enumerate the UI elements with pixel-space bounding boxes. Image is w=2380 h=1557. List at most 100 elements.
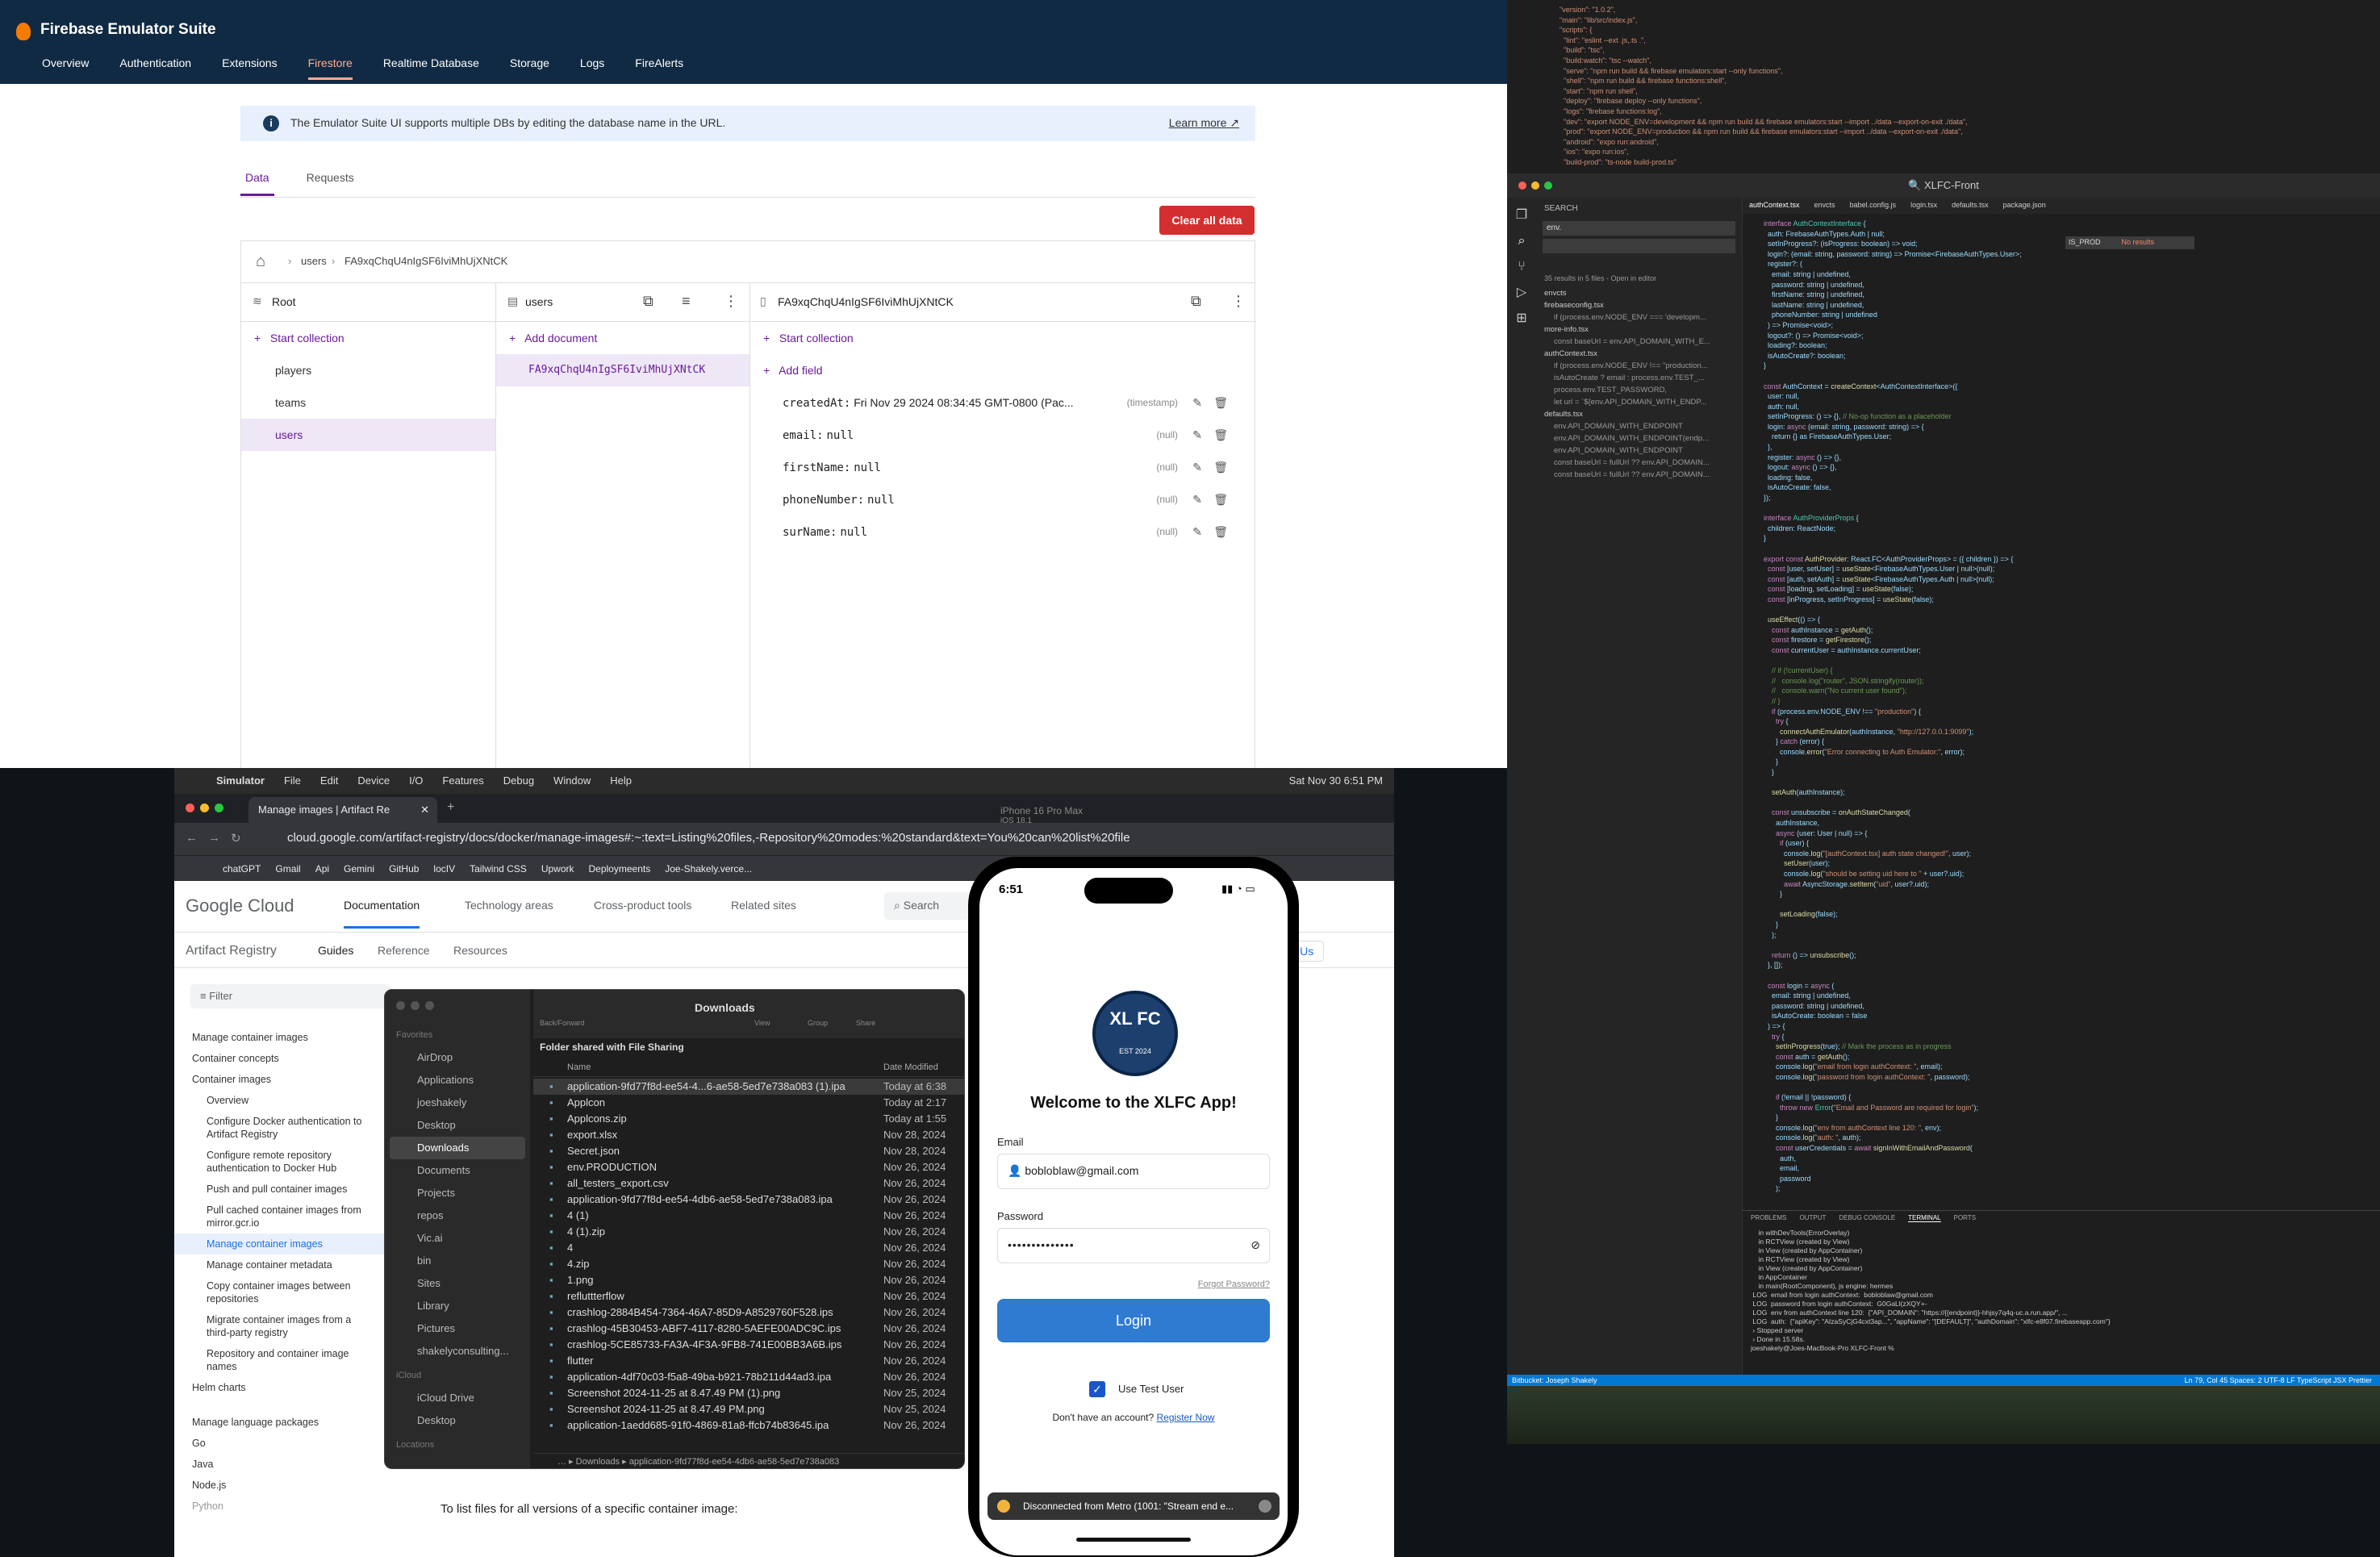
bookmark[interactable]: chatGPT — [223, 863, 261, 875]
file-row[interactable]: ▪ application-1aedd685-91f0-4869-81a8-ffc… — [533, 1417, 964, 1434]
group-button[interactable]: Group — [808, 1019, 828, 1027]
file-row[interactable]: ▪ 4 (1) Nov 26, 2024 — [533, 1208, 964, 1224]
sidebar-item[interactable]: iCloud Drive — [385, 1387, 530, 1409]
metro-toast[interactable]: Disconnected from Metro (1001: "Stream e… — [987, 1492, 1280, 1520]
nav-item[interactable]: Helm charts — [174, 1377, 407, 1398]
copy-icon[interactable]: ⧉ — [643, 293, 653, 310]
delete-icon[interactable]: 🗑 — [1213, 483, 1228, 516]
bookmark[interactable]: Gemini — [344, 863, 374, 875]
delete-icon[interactable]: 🗑 — [1213, 386, 1228, 419]
learn-more-link[interactable]: Learn more ↗ — [1169, 116, 1239, 130]
result-file[interactable]: more-info.tsx — [1544, 324, 1742, 336]
terminal-panel[interactable]: PROBLEMS OUTPUT DEBUG CONSOLE TERMINAL P… — [1743, 1210, 2380, 1380]
sidebar-item[interactable]: Sites — [385, 1272, 530, 1295]
bookmark[interactable]: Tailwind CSS — [470, 863, 527, 875]
email-field[interactable]: 👤 bobloblaw@gmail.com — [997, 1154, 1270, 1189]
minimize-window-icon[interactable] — [411, 1001, 420, 1010]
edit-icon[interactable]: ✎ — [1192, 483, 1202, 516]
breadcrumb-document[interactable]: FA9xqChqU4nIgSF6IviMhUjXNtCK — [344, 255, 507, 267]
close-window-icon[interactable] — [396, 1001, 405, 1010]
gc-menu-documentation[interactable]: Documentation — [344, 899, 420, 929]
file-row[interactable]: ▪ crashlog-45B30453-ABF7-4117-8280-5AEFE0… — [533, 1321, 964, 1337]
find-widget[interactable]: IS_PROD No results — [2065, 236, 2194, 249]
nav-item[interactable]: Python — [174, 1496, 407, 1517]
file-row[interactable]: ▪ crashlog-5CE85733-FA3A-4F3A-9FB8-741E00… — [533, 1337, 964, 1353]
minimize-window-icon[interactable] — [1531, 182, 1539, 190]
sidebar-item[interactable]: Applications — [385, 1069, 530, 1092]
close-tab-icon[interactable]: ✕ — [420, 804, 429, 816]
bookmark[interactable]: Gmail — [275, 863, 300, 875]
add-document-link[interactable]: + Add document — [496, 322, 749, 354]
editor-tab[interactable]: login.tsx — [1910, 201, 1937, 211]
login-button[interactable]: Login — [997, 1299, 1270, 1342]
sidebar-item[interactable]: Documents — [385, 1159, 530, 1182]
close-window-icon[interactable] — [1518, 182, 1526, 190]
file-row[interactable]: ▪ Screenshot 2024-11-25 at 8.47.49 PM.png… — [533, 1401, 964, 1417]
menu-device[interactable]: Device — [357, 774, 390, 787]
file-row[interactable]: ▪ all_testers_export.csv Nov 26, 2024 — [533, 1175, 964, 1192]
nav-extensions[interactable]: Extensions — [222, 56, 277, 80]
file-row[interactable]: ▪ application-4df70c03-f5a8-49ba-b921-78b… — [533, 1369, 964, 1385]
nav-item[interactable]: Manage container metadata — [174, 1254, 407, 1275]
search-icon[interactable]: ⌕ — [1507, 228, 1536, 254]
sidebar-item[interactable]: Vic.ai — [385, 1227, 530, 1250]
file-row[interactable]: ▪ Applcons.zip Today at 1:55 — [533, 1111, 964, 1127]
delete-icon[interactable]: 🗑 — [1213, 451, 1228, 483]
file-row[interactable]: ▪ application-9fd77f8d-ee54-4db6-ae58-5ed… — [533, 1192, 964, 1208]
gc-logo[interactable]: Google Cloud — [186, 895, 294, 916]
nav-item[interactable]: Migrate container images from a third-pa… — [174, 1309, 376, 1343]
menu-features[interactable]: Features — [442, 774, 483, 787]
subnav-reference[interactable]: Reference — [378, 944, 430, 957]
col-date[interactable]: Date Modified — [883, 1062, 938, 1072]
sidebar-item[interactable]: Pictures — [385, 1317, 530, 1340]
result-file[interactable]: authContext.tsx — [1544, 348, 1742, 360]
edit-icon[interactable]: ✎ — [1192, 419, 1202, 451]
panel-tab-active[interactable]: TERMINAL — [1908, 1214, 1941, 1222]
nav-item[interactable]: Manage language packages — [174, 1398, 407, 1433]
nav-item[interactable]: Pull cached container images from mirror… — [174, 1200, 376, 1233]
nav-storage[interactable]: Storage — [510, 56, 549, 80]
sidebar-item[interactable]: Library — [385, 1295, 530, 1317]
subnav-resources[interactable]: Resources — [453, 944, 507, 957]
password-field[interactable]: •••••••••••••• ⊘ — [997, 1228, 1270, 1263]
edit-icon[interactable]: ✎ — [1192, 386, 1202, 419]
forward-icon[interactable]: → — [208, 831, 220, 845]
sidebar-item[interactable]: AirDrop — [385, 1046, 530, 1069]
clear-all-data-button[interactable]: Clear all data — [1159, 206, 1255, 235]
sidebar-item[interactable]: bin — [385, 1250, 530, 1272]
search-input[interactable]: env. — [1543, 221, 1735, 236]
bookmark[interactable]: Joe-Shakely.verce... — [665, 863, 752, 875]
view-button[interactable]: View — [754, 1019, 770, 1027]
nav-item[interactable]: Repository and container image names — [174, 1343, 376, 1377]
command-center[interactable]: 🔍 XLFC-Front — [1908, 179, 1979, 191]
nav-item[interactable]: Overview — [174, 1090, 407, 1111]
replace-input[interactable] — [1543, 239, 1735, 253]
delete-icon[interactable]: 🗑 — [1213, 419, 1228, 451]
close-window-icon[interactable] — [186, 804, 194, 812]
bookmark[interactable]: locIV — [433, 863, 455, 875]
nav-item[interactable]: Configure Docker authentication to Artif… — [174, 1111, 376, 1145]
menu-file[interactable]: File — [284, 774, 301, 787]
collection-item-selected[interactable]: users — [241, 419, 495, 451]
product-name[interactable]: Artifact Registry — [186, 944, 277, 958]
test-user-checkbox[interactable]: ✓ — [1089, 1381, 1105, 1397]
editor-tab[interactable]: babel.config.js — [1850, 201, 1897, 211]
edit-icon[interactable]: ✎ — [1192, 516, 1202, 548]
bookmark[interactable]: GitHub — [389, 863, 419, 875]
sidebar-item[interactable]: joeshakely — [385, 1092, 530, 1114]
file-row[interactable]: ▪ Applcon Today at 2:17 — [533, 1095, 964, 1111]
panel-tab[interactable]: OUTPUT — [1799, 1214, 1826, 1222]
file-row[interactable]: ▪ crashlog-2884B454-7364-46A7-85D9-A85297… — [533, 1304, 964, 1321]
nav-item[interactable]: Push and pull container images — [174, 1179, 407, 1200]
status-left[interactable]: Bitbucket: Joseph Shakely — [1512, 1376, 1597, 1384]
tab-requests[interactable]: Requests — [307, 171, 354, 196]
sidebar-item[interactable]: repos — [385, 1204, 530, 1227]
maximize-window-icon[interactable] — [215, 804, 223, 812]
result-file[interactable]: firebaseconfig.tsx — [1544, 299, 1742, 311]
delete-icon[interactable]: 🗑 — [1213, 516, 1228, 548]
nav-item-active[interactable]: Manage container images — [174, 1233, 407, 1254]
maximize-window-icon[interactable] — [1544, 182, 1552, 190]
nav-item[interactable]: Configure remote repository authenticati… — [174, 1145, 376, 1179]
document-item-selected[interactable]: FA9xqChqU4nIgSF6IviMhUjXNtCK — [496, 354, 749, 386]
nav-authentication[interactable]: Authentication — [119, 56, 191, 80]
